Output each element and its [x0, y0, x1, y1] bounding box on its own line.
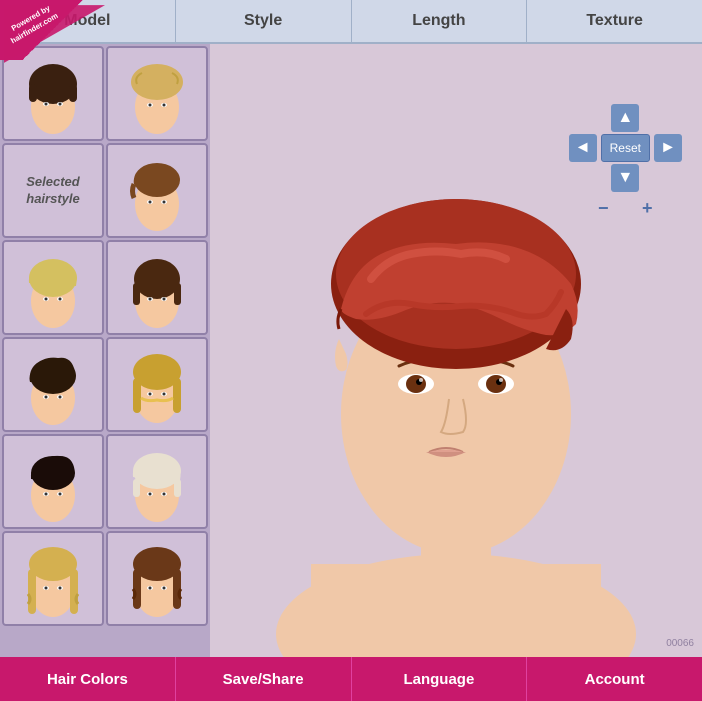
hairstyle-thumb-8[interactable] — [2, 434, 104, 529]
hairstyle-thumb-9[interactable] — [106, 434, 208, 529]
main-layout: Selected hairstyle — [0, 44, 702, 657]
hairstyle-thumb-11[interactable] — [106, 531, 208, 626]
up-row: ▲ — [611, 104, 639, 132]
bottom-language[interactable]: Language — [352, 657, 528, 701]
main-content-area: ▲ ◄ Reset ► ▼ − + 00066 — [210, 44, 702, 657]
zoom-row: − + — [593, 198, 657, 219]
mid-row: ◄ Reset ► — [569, 134, 682, 162]
zoom-in-button[interactable]: + — [637, 198, 657, 219]
hairstyle-thumb-10[interactable] — [2, 531, 104, 626]
powered-by-graphic: Powered by hairfinder.com — [4, 4, 105, 64]
selected-label-text: Selected hairstyle — [4, 174, 102, 208]
hairstyle-thumb-7[interactable] — [106, 337, 208, 432]
hairstyle-thumb-4[interactable] — [2, 240, 104, 335]
hairstyle-thumb-2[interactable] — [106, 46, 208, 141]
watermark: 00066 — [666, 638, 694, 649]
selected-hairstyle-label: Selected hairstyle — [2, 143, 104, 238]
move-down-button[interactable]: ▼ — [611, 164, 639, 192]
hairstyle-thumb-5[interactable] — [106, 240, 208, 335]
move-up-button[interactable]: ▲ — [611, 104, 639, 132]
hairstyle-thumb-3[interactable] — [106, 143, 208, 238]
tab-length[interactable]: Length — [352, 0, 528, 42]
hairstyle-thumb-6[interactable] — [2, 337, 104, 432]
position-controls: ▲ ◄ Reset ► ▼ − + — [569, 104, 682, 219]
bottom-account[interactable]: Account — [527, 657, 702, 701]
hairstyle-sidebar: Selected hairstyle — [0, 44, 210, 657]
tab-style[interactable]: Style — [176, 0, 352, 42]
bottom-hair-colors[interactable]: Hair Colors — [0, 657, 176, 701]
tab-texture[interactable]: Texture — [527, 0, 702, 42]
down-row: ▼ — [611, 164, 639, 192]
move-right-button[interactable]: ► — [654, 134, 682, 162]
reset-button[interactable]: Reset — [601, 134, 650, 162]
bottom-save-share[interactable]: Save/Share — [176, 657, 352, 701]
bottom-navigation: Hair Colors Save/Share Language Account — [0, 657, 702, 701]
top-navigation: Model Style Length Texture — [0, 0, 702, 44]
move-left-button[interactable]: ◄ — [569, 134, 597, 162]
powered-by-banner: Powered by hairfinder.com — [0, 0, 105, 60]
zoom-out-button[interactable]: − — [593, 198, 613, 219]
